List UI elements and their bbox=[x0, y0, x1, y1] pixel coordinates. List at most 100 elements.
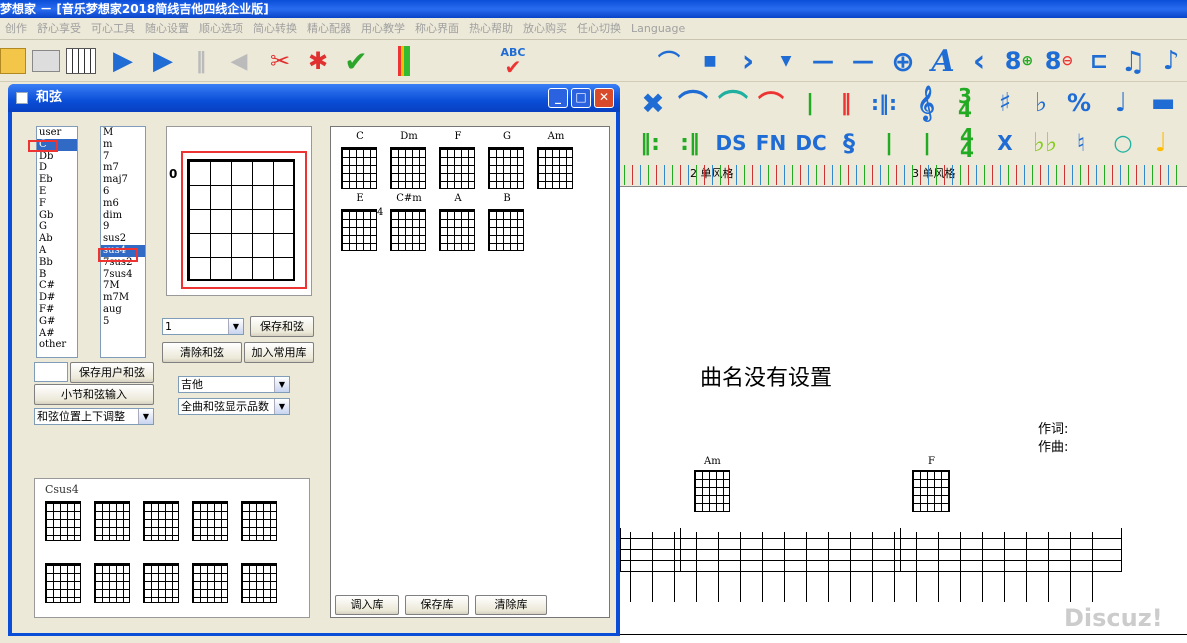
decrescendo-icon[interactable]: ‹ bbox=[966, 44, 992, 79]
crosshair-icon[interactable]: ⊕ bbox=[888, 45, 918, 78]
menu-enjoy[interactable]: 舒心享受 bbox=[32, 18, 86, 39]
preview-chord-diagram[interactable] bbox=[192, 563, 228, 603]
abc-check-icon[interactable]: ABC ✔ bbox=[496, 44, 530, 77]
menu-options[interactable]: 顺心选项 bbox=[194, 18, 248, 39]
check-icon[interactable]: ✔ bbox=[340, 45, 372, 78]
root-item[interactable]: C# bbox=[37, 280, 77, 292]
chevron-down-icon[interactable]: ▼ bbox=[228, 319, 243, 334]
root-item[interactable]: A# bbox=[37, 328, 77, 340]
segno-icon[interactable]: § bbox=[836, 128, 862, 158]
type-item[interactable]: 7 bbox=[101, 151, 145, 163]
position-adjust-select[interactable]: 和弦位置上下调整 ▼ bbox=[34, 408, 154, 425]
root-item[interactable]: D# bbox=[37, 292, 77, 304]
chevron-down-icon[interactable]: ▼ bbox=[274, 399, 289, 414]
root-item[interactable]: Db bbox=[37, 151, 77, 163]
chevron-down-icon[interactable]: ▼ bbox=[138, 409, 153, 424]
library-chord-diagram[interactable] bbox=[488, 147, 524, 189]
delete-icon[interactable]: ✱ bbox=[304, 47, 332, 75]
library-chord-diagram[interactable] bbox=[390, 147, 426, 189]
maximize-button[interactable]: □ bbox=[571, 88, 591, 108]
fermata-icon[interactable]: ⌒ bbox=[656, 50, 682, 76]
type-item[interactable]: M bbox=[101, 127, 145, 139]
cross-icon[interactable]: ✖ bbox=[638, 87, 668, 120]
type-item[interactable]: maj7 bbox=[101, 174, 145, 186]
staccato-icon[interactable]: ■ bbox=[700, 50, 720, 72]
close-button[interactable]: ✕ bbox=[594, 88, 614, 108]
note-icon[interactable]: ♫ bbox=[1120, 45, 1146, 78]
slur-icon[interactable]: ⌒ bbox=[676, 88, 710, 124]
add-bar-icon[interactable]: 8 ⊕ bbox=[1004, 46, 1034, 76]
flag-icon[interactable]: ♪ bbox=[1158, 46, 1184, 76]
quarter-note-icon[interactable]: ♩ bbox=[1108, 88, 1134, 118]
bar-green-2-icon[interactable]: | bbox=[918, 130, 936, 156]
type-item[interactable]: 5 bbox=[101, 316, 145, 328]
type-item[interactable]: sus2 bbox=[101, 233, 145, 245]
repeat-icon[interactable]: :‖: bbox=[870, 90, 898, 116]
chevron-down-icon[interactable]: ▼ bbox=[274, 377, 289, 392]
keyboard-icon[interactable] bbox=[32, 50, 60, 72]
bar-chord-input-button[interactable]: 小节和弦输入 bbox=[34, 384, 154, 405]
library-chord-diagram[interactable] bbox=[439, 209, 475, 251]
accent-icon[interactable]: › bbox=[734, 44, 762, 79]
arrow-down-icon[interactable]: ▼ bbox=[776, 50, 796, 72]
text-icon[interactable]: A bbox=[926, 44, 960, 79]
percent-icon[interactable]: % bbox=[1066, 88, 1092, 118]
double-flat-icon[interactable]: ♭♭ bbox=[1030, 128, 1060, 158]
root-item[interactable]: other bbox=[37, 339, 77, 351]
composer-label[interactable]: 作曲: bbox=[1038, 436, 1068, 455]
fret-select[interactable]: 1 ▼ bbox=[162, 318, 244, 335]
library-chord-diagram[interactable] bbox=[341, 147, 377, 189]
root-item[interactable]: Eb bbox=[37, 174, 77, 186]
long-dash-icon[interactable]: — bbox=[848, 49, 878, 74]
time-sig-2-icon[interactable]: 44 bbox=[952, 126, 982, 160]
root-item[interactable]: G bbox=[37, 221, 77, 233]
root-item[interactable]: user bbox=[37, 127, 77, 139]
load-library-button[interactable]: 调入库 bbox=[335, 595, 399, 615]
fret-grid[interactable] bbox=[187, 159, 295, 281]
preview-chord-diagram[interactable] bbox=[143, 501, 179, 541]
type-item[interactable]: 7sus4 bbox=[101, 269, 145, 281]
score-title[interactable]: 曲名没有设置 bbox=[700, 360, 832, 392]
library-chord-diagram[interactable] bbox=[439, 147, 475, 189]
preview-chord-diagram[interactable] bbox=[143, 563, 179, 603]
bar-green-icon[interactable]: | bbox=[880, 130, 898, 156]
type-item[interactable]: 9 bbox=[101, 221, 145, 233]
double-barline-icon[interactable]: ‖ bbox=[834, 90, 858, 116]
root-item[interactable]: B bbox=[37, 269, 77, 281]
menu-language[interactable]: Language bbox=[626, 18, 690, 39]
clear-chord-button[interactable]: 清除和弦 bbox=[162, 342, 242, 363]
root-list[interactable]: user C Db D Eb E F Gb G Ab A Bb B C# D# F# G# A# other bbox=[36, 126, 78, 358]
type-item[interactable]: dim bbox=[101, 210, 145, 222]
preview-chord-diagram[interactable] bbox=[45, 501, 81, 541]
folder-icon[interactable] bbox=[0, 48, 26, 74]
library-chord-diagram[interactable] bbox=[488, 209, 524, 251]
menu-switch[interactable]: 任心切换 bbox=[572, 18, 626, 39]
flat-icon[interactable]: ♭ bbox=[1028, 88, 1054, 118]
type-item[interactable]: aug bbox=[101, 304, 145, 316]
type-list[interactable]: Mm 7 m7 maj7 6 m6 dim 9 sus2 sus4 7sus2 7sus4 7M m7M a… bbox=[100, 126, 146, 358]
ds-button[interactable]: DS bbox=[716, 130, 747, 156]
type-item[interactable]: 7M bbox=[101, 280, 145, 292]
dc-button[interactable]: DC bbox=[794, 130, 828, 156]
natural-icon[interactable]: ♮ bbox=[1068, 128, 1094, 158]
menu-create[interactable]: 创作 bbox=[0, 18, 32, 39]
end-repeat-icon[interactable]: :‖ bbox=[680, 130, 700, 156]
preview-chord-diagram[interactable] bbox=[45, 563, 81, 603]
library-chord-diagram[interactable] bbox=[390, 209, 426, 251]
menu-interface[interactable]: 称心界面 bbox=[410, 18, 464, 39]
barline-icon[interactable]: | bbox=[800, 90, 820, 116]
tie-arc-icon[interactable]: ⌒ bbox=[716, 88, 750, 124]
save-user-chord-button[interactable]: 保存用户和弦 bbox=[70, 362, 154, 383]
add-common-button[interactable]: 加入常用库 bbox=[244, 342, 314, 363]
whole-note-icon[interactable]: ○ bbox=[1110, 130, 1136, 156]
preview-chord-diagram[interactable] bbox=[241, 501, 277, 541]
root-item[interactable]: Bb bbox=[37, 257, 77, 269]
library-chord-diagram[interactable] bbox=[537, 147, 573, 189]
user-chord-name-input[interactable] bbox=[34, 362, 68, 382]
root-item[interactable]: Ab bbox=[37, 233, 77, 245]
play-icon[interactable]: ▶ bbox=[110, 46, 136, 76]
root-item[interactable]: G# bbox=[37, 316, 77, 328]
menu-tools[interactable]: 可心工具 bbox=[86, 18, 140, 39]
level-icon[interactable] bbox=[380, 46, 410, 76]
type-item[interactable]: m6 bbox=[101, 198, 145, 210]
